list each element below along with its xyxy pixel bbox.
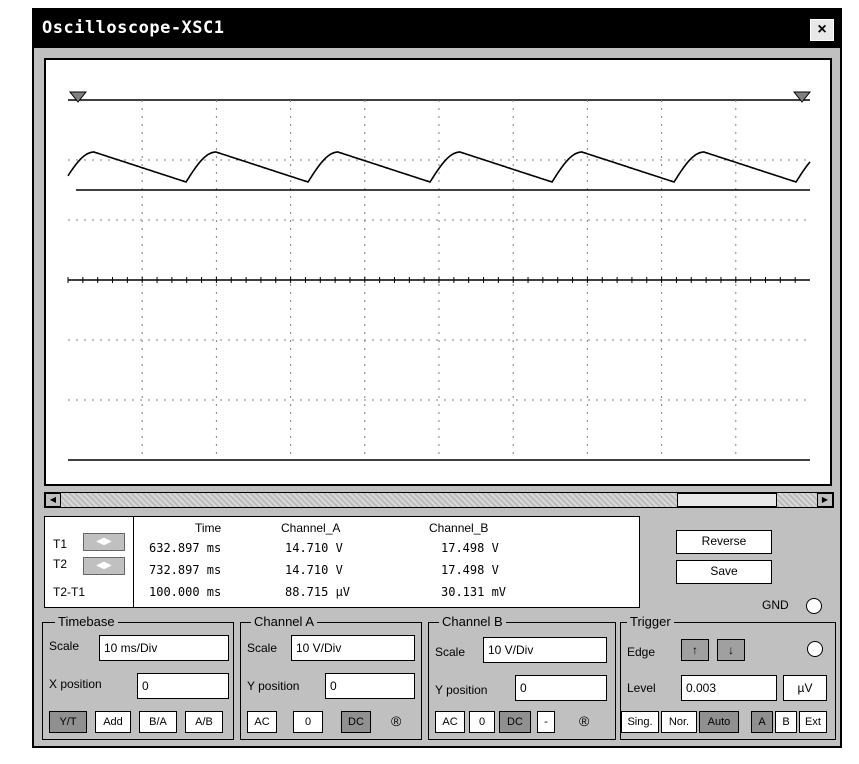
- gnd-radio[interactable]: [806, 598, 822, 614]
- oscilloscope-window: Oscilloscope-XSC1 × ◀ ▶ T1 ◀▶ T2 ◀▶ T2-T…: [32, 8, 842, 748]
- trigger-label: Trigger: [627, 614, 674, 629]
- t2-time: 732.897 ms: [149, 563, 222, 577]
- timebase-label: Timebase: [55, 614, 118, 629]
- close-icon[interactable]: ×: [810, 19, 834, 41]
- edge-label: Edge: [627, 645, 656, 659]
- channel-b-group: Channel B Scale 10 V/Div Y position 0 AC…: [428, 614, 616, 740]
- title-bar[interactable]: Oscilloscope-XSC1 ×: [34, 10, 840, 48]
- t2-t1-label: T2-T1: [53, 585, 86, 599]
- x-position-field[interactable]: 0: [137, 673, 229, 699]
- channel-b-dc-button[interactable]: DC: [499, 711, 531, 733]
- channel-b-header: Channel_B: [429, 521, 489, 535]
- channel-a-ypos-label: Y position: [247, 679, 300, 693]
- channel-a-scale-label: Scale: [247, 641, 278, 655]
- t2-arrows-icon[interactable]: ◀▶: [83, 557, 125, 575]
- channel-b-ypos-field[interactable]: 0: [515, 675, 607, 701]
- channel-a-ypos-field[interactable]: 0: [325, 673, 415, 699]
- mode-yt-button[interactable]: Y/T: [49, 711, 87, 733]
- window-title: Oscilloscope-XSC1: [42, 18, 225, 38]
- channel-b-ac-button[interactable]: AC: [435, 711, 465, 733]
- timebase-scale-label: Scale: [49, 639, 80, 653]
- cursor-readout: T1 ◀▶ T2 ◀▶ T2-T1 Time Channel_A Channel…: [44, 516, 640, 608]
- mode-ab-button[interactable]: A/B: [185, 711, 223, 733]
- channel-a-dc-button[interactable]: DC: [341, 711, 371, 733]
- scroll-left-icon[interactable]: ◀: [45, 493, 61, 507]
- timebase-scale-field[interactable]: 10 ms/Div: [99, 635, 229, 661]
- scroll-right-icon[interactable]: ▶: [817, 493, 833, 507]
- scroll-thumb[interactable]: [677, 493, 777, 507]
- t1-channel-b: 17.498 V: [441, 541, 499, 555]
- t2-label: T2: [53, 557, 68, 571]
- trigger-source-b-button[interactable]: B: [775, 711, 797, 733]
- delta-channel-a: 88.715 µV: [285, 585, 351, 599]
- trigger-group: Trigger Edge ↑ ↓ Level 0.003 µV Sing. No…: [620, 614, 836, 740]
- channel-a-group: Channel A Scale 10 V/Div Y position 0 AC…: [240, 614, 422, 740]
- t1-label: T1: [53, 537, 68, 551]
- delta-channel-b: 30.131 mV: [441, 585, 507, 599]
- t1-time: 632.897 ms: [149, 541, 222, 555]
- channel-b-zero-button[interactable]: 0: [469, 711, 495, 733]
- level-unit-field[interactable]: µV: [783, 675, 827, 701]
- channel-a-label: Channel A: [251, 614, 317, 629]
- channel-b-scale-label: Scale: [435, 645, 466, 659]
- channel-b-label: Channel B: [439, 614, 506, 629]
- channel-a-reg-icon[interactable]: ®: [391, 713, 401, 729]
- t1-channel-a: 14.710 V: [285, 541, 343, 555]
- mode-add-button[interactable]: Add: [95, 711, 131, 733]
- time-header: Time: [195, 521, 222, 535]
- trigger-single-button[interactable]: Sing.: [621, 711, 659, 733]
- trigger-auto-button[interactable]: Auto: [699, 711, 739, 733]
- edge-falling-icon[interactable]: ↓: [717, 639, 745, 661]
- t2-channel-b: 17.498 V: [441, 563, 499, 577]
- save-button[interactable]: Save: [676, 560, 772, 584]
- gnd-label: GND: [762, 598, 789, 612]
- channel-b-reg-icon[interactable]: ®: [579, 713, 589, 729]
- channel-b-invert-button[interactable]: -: [537, 711, 555, 733]
- reverse-button[interactable]: Reverse: [676, 530, 772, 554]
- scope-screen: [44, 58, 832, 486]
- trigger-source-a-button[interactable]: A: [751, 711, 773, 733]
- horizontal-scrollbar[interactable]: ◀ ▶: [44, 492, 834, 508]
- mode-ba-button[interactable]: B/A: [139, 711, 177, 733]
- x-position-label: X position: [49, 677, 102, 691]
- level-label: Level: [627, 681, 656, 695]
- trigger-radio[interactable]: [807, 641, 823, 657]
- level-field[interactable]: 0.003: [681, 675, 777, 701]
- trigger-normal-button[interactable]: Nor.: [661, 711, 697, 733]
- scope-display: [67, 91, 812, 461]
- trigger-source-ext-button[interactable]: Ext: [799, 711, 827, 733]
- channel-b-scale-field[interactable]: 10 V/Div: [483, 637, 607, 663]
- channel-a-zero-button[interactable]: 0: [293, 711, 323, 733]
- channel-a-scale-field[interactable]: 10 V/Div: [291, 635, 415, 661]
- edge-rising-icon[interactable]: ↑: [681, 639, 709, 661]
- t1-arrows-icon[interactable]: ◀▶: [83, 533, 125, 551]
- channel-a-ac-button[interactable]: AC: [247, 711, 277, 733]
- center-axis: [67, 277, 810, 283]
- timebase-group: Timebase Scale 10 ms/Div X position 0 Y/…: [42, 614, 234, 740]
- channel-a-header: Channel_A: [281, 521, 341, 535]
- channel-b-ypos-label: Y position: [435, 683, 488, 697]
- t2-channel-a: 14.710 V: [285, 563, 343, 577]
- delta-time: 100.000 ms: [149, 585, 222, 599]
